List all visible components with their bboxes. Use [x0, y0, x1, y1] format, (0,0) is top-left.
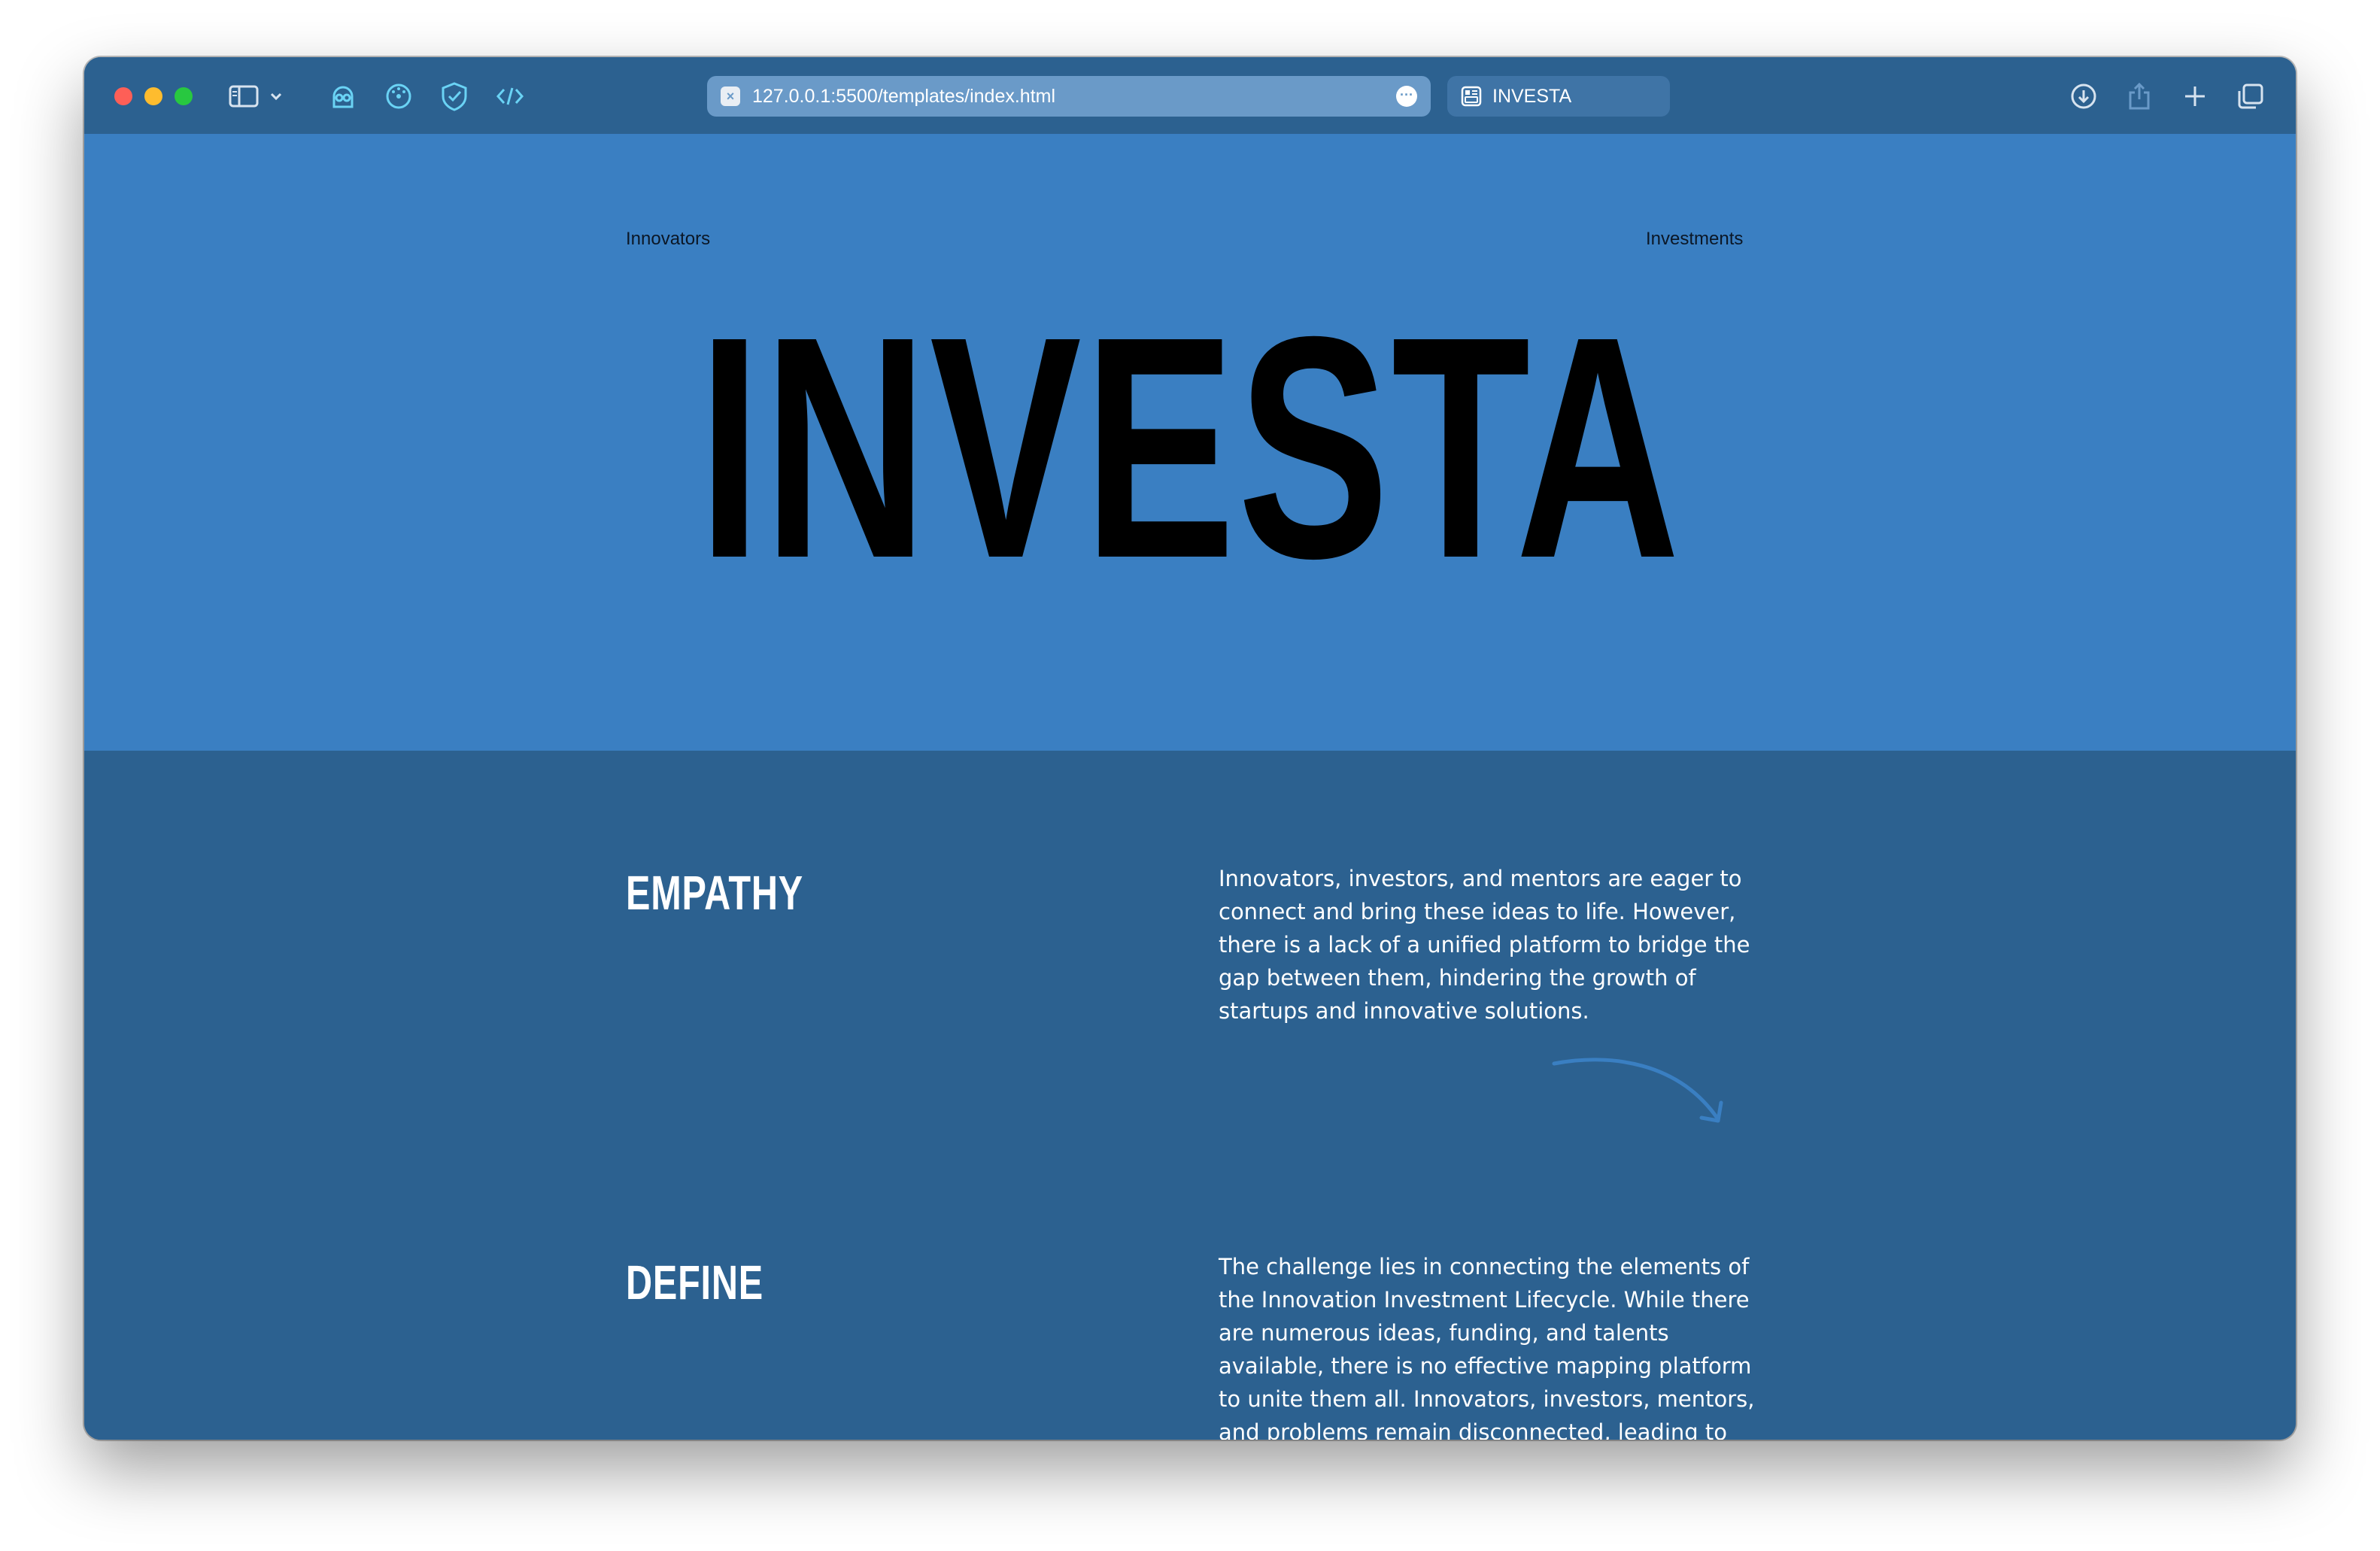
browser-toolbar: × 127.0.0.1:5500/templates/index.html ··… — [84, 57, 2296, 135]
section-title-define: DEFINE — [626, 1255, 763, 1310]
chevron-down-icon[interactable] — [265, 80, 287, 113]
site-favicon-icon: × — [721, 87, 740, 106]
nav-link-innovators[interactable]: Innovators — [626, 229, 710, 250]
extension-dial-icon[interactable] — [382, 80, 415, 113]
section-text-empathy: Innovators, investors, and mentors are e… — [1219, 866, 1750, 1024]
minimize-window-button[interactable] — [144, 87, 162, 105]
site-logo-title: INVESTA — [697, 272, 1683, 624]
section-text-define: The challenge lies in connecting the ele… — [1219, 1254, 1755, 1440]
plus-icon[interactable] — [2178, 80, 2212, 113]
hero-section: Innovators Investments INVESTA — [84, 134, 2296, 751]
shield-check-icon[interactable] — [438, 80, 471, 113]
section-title-empathy: EMPATHY — [626, 866, 803, 920]
address-bar[interactable]: × 127.0.0.1:5500/templates/index.html ··… — [707, 76, 1431, 117]
sidebar-icon[interactable] — [227, 80, 260, 113]
extension-ghost-icon[interactable] — [326, 80, 360, 113]
address-url[interactable]: 127.0.0.1:5500/templates/index.html — [752, 76, 1055, 117]
download-icon[interactable] — [2067, 80, 2100, 113]
tab-title: INVESTA — [1492, 86, 1572, 107]
close-window-button[interactable] — [114, 87, 132, 105]
nav-link-investments[interactable]: Investments — [1646, 229, 1743, 250]
decorative-arrow-icon — [1552, 1058, 1723, 1123]
zoom-window-button[interactable] — [175, 87, 193, 105]
page-menu-icon[interactable]: ··· — [1396, 86, 1417, 107]
browser-window: × 127.0.0.1:5500/templates/index.html ··… — [84, 57, 2296, 1440]
code-brackets-icon[interactable] — [493, 80, 527, 113]
tab-investa[interactable]: INVESTA — [1447, 76, 1670, 117]
tab-favicon-icon — [1461, 86, 1482, 107]
tabs-overview-icon[interactable] — [2234, 80, 2267, 113]
share-icon[interactable] — [2123, 80, 2156, 113]
content-section: EMPATHY Innovators, investors, and mento… — [84, 751, 2296, 1440]
